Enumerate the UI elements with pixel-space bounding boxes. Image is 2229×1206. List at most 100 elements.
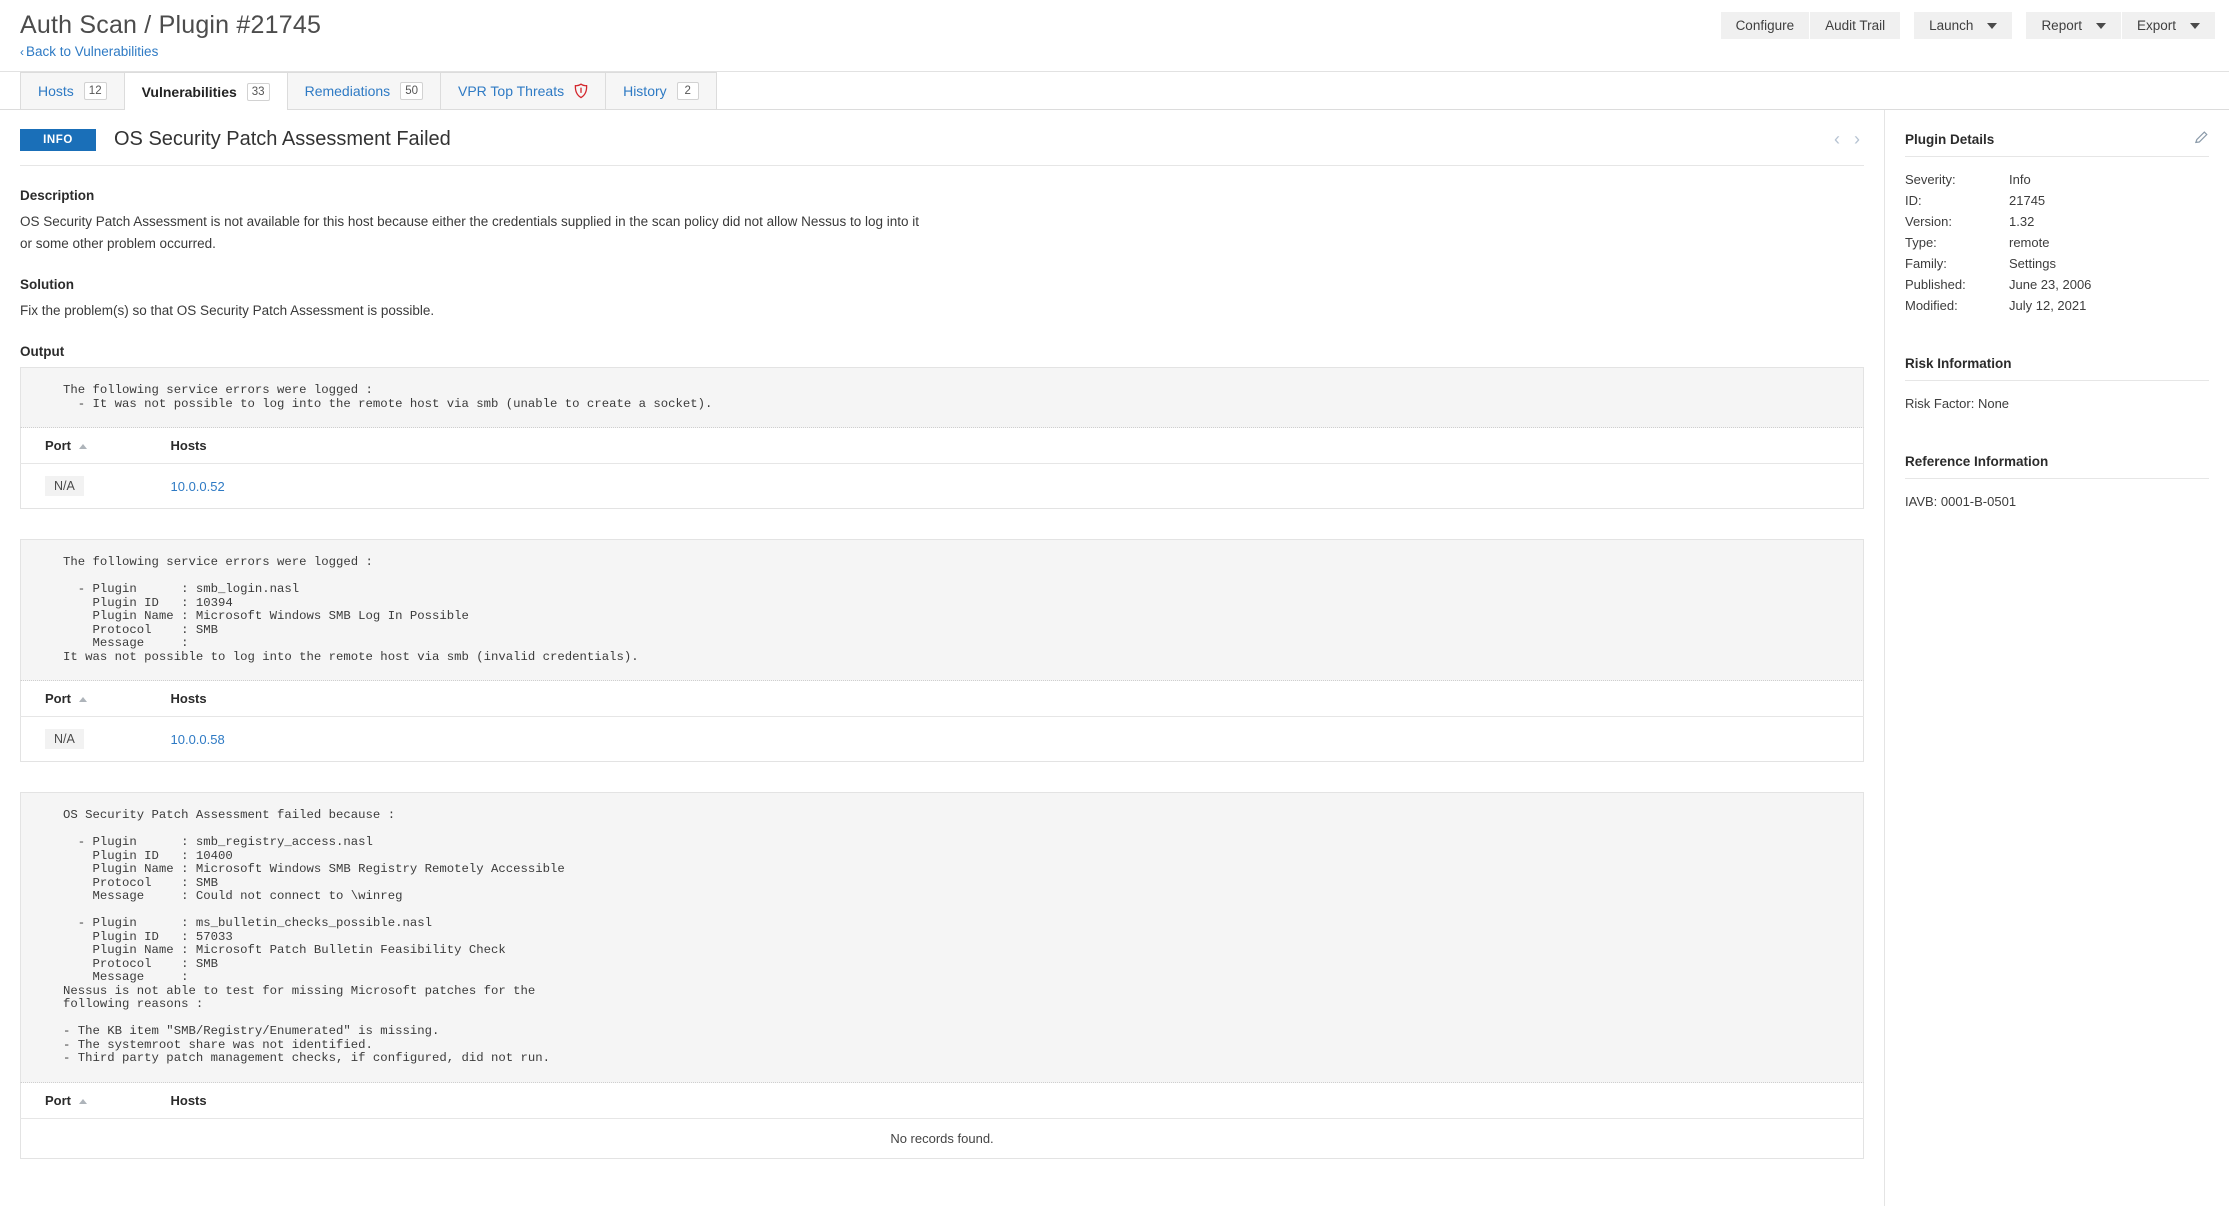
output-text: OS Security Patch Assessment failed beca…: [20, 792, 1864, 1083]
plugin-detail-row: Version: 1.32: [1905, 211, 2209, 232]
column-header-hosts[interactable]: Hosts: [160, 428, 1864, 464]
chevron-down-icon: [1987, 22, 1998, 29]
header-actions: Configure Audit Trail Launch Report Expo…: [1720, 12, 2215, 39]
tab-label: History: [623, 83, 667, 99]
port-value: N/A: [45, 476, 84, 496]
description-text: OS Security Patch Assessment is not avai…: [20, 214, 919, 251]
tab-label: Remediations: [304, 83, 391, 99]
plugin-detail-label: Version:: [1905, 214, 1952, 229]
reference-information-heading: Reference Information: [1905, 454, 2209, 479]
reference-iavb-text: IAVB: 0001-B-0501: [1905, 494, 2017, 509]
launch-button-label: Launch: [1929, 18, 1974, 33]
output-hosts-table: Port Hosts N/A 10.0.0.58: [20, 681, 1864, 762]
output-blocks: The following service errors were logged…: [20, 367, 1884, 1159]
page-header: Auth Scan / Plugin #21745 ‹ Back to Vulne…: [0, 0, 2229, 72]
plugin-detail-value: Settings: [2009, 256, 2056, 271]
output-block: The following service errors were logged…: [20, 539, 1864, 762]
report-export-button-group: Report Export: [2026, 12, 2215, 39]
output-block: OS Security Patch Assessment failed beca…: [20, 792, 1864, 1159]
host-link[interactable]: 10.0.0.52: [171, 479, 225, 494]
plugin-detail-value: July 12, 2021: [2009, 298, 2087, 313]
edit-pencil-icon[interactable]: [2194, 130, 2209, 148]
chevron-down-icon: [2190, 22, 2200, 29]
tab-hosts[interactable]: Hosts 12: [20, 72, 125, 109]
chevron-down-icon: [2095, 22, 2106, 29]
output-heading: Output: [20, 344, 65, 359]
output-hosts-table: Port Hosts No records found.: [20, 1082, 1864, 1159]
report-button[interactable]: Report: [2026, 12, 2122, 39]
back-link-label: Back to Vulnerabilities: [26, 44, 159, 59]
tab-count-badge: 12: [83, 82, 107, 100]
status-badge: INFO: [20, 128, 96, 151]
plugin-detail-row: Severity: Info: [1905, 169, 2209, 190]
column-header-hosts[interactable]: Hosts: [160, 1082, 1864, 1119]
risk-factor-text: Risk Factor: None: [1905, 396, 2010, 411]
empty-state-row: No records found.: [21, 1118, 1864, 1158]
plugin-detail-row: Family: Settings: [1905, 253, 2209, 274]
next-record-icon[interactable]: ›: [1854, 130, 1860, 148]
plugin-detail-row: Type: remote: [1905, 232, 2209, 253]
export-button[interactable]: Export: [2121, 12, 2215, 39]
column-header-port[interactable]: Port: [20, 428, 161, 464]
plugin-detail-value: June 23, 2006: [2009, 277, 2092, 292]
report-button-label: Report: [2041, 18, 2082, 33]
tab-history[interactable]: History 2: [605, 72, 717, 109]
vulnerability-header: INFO OS Security Patch Assessment Failed…: [20, 110, 1864, 166]
solution-heading: Solution: [20, 277, 74, 292]
empty-state-message: No records found.: [890, 1130, 994, 1146]
details-sidebar: Plugin Details Severity: Info ID: 21745 Vers…: [1884, 110, 2229, 1206]
plugin-detail-value: 1.32: [2009, 214, 2035, 229]
vulnerability-detail-column: INFO OS Security Patch Assessment Failed…: [0, 110, 1884, 1206]
config-button-group: Configure Audit Trail: [1720, 12, 1901, 39]
chevron-left-icon: ‹: [20, 45, 24, 59]
sort-ascending-icon: [79, 1098, 87, 1104]
column-header-port[interactable]: Port: [20, 681, 161, 717]
tab-count-badge: 50: [400, 82, 423, 100]
tab-label: Vulnerabilities: [141, 83, 237, 100]
tab-vulnerabilities[interactable]: Vulnerabilities 33: [123, 72, 288, 110]
plugin-details-fields: Severity: Info ID: 21745 Version: 1.32 Type: re…: [1905, 169, 2209, 316]
export-button-label: Export: [2136, 18, 2176, 33]
plugin-details-title: Plugin Details: [1905, 132, 1995, 147]
plugin-detail-value: remote: [2009, 235, 2050, 250]
description-heading: Description: [20, 188, 95, 203]
output-text: The following service errors were logged…: [20, 539, 1864, 681]
plugin-detail-row: ID: 21745: [1905, 190, 2209, 211]
tab-vpr-top-threats[interactable]: VPR Top Threats: [439, 72, 607, 109]
tab-label: VPR Top Threats: [457, 83, 565, 99]
launch-button-group: Launch: [1914, 12, 2013, 39]
back-to-vulnerabilities-link[interactable]: ‹ Back to Vulnerabilities: [20, 44, 158, 59]
host-link[interactable]: 10.0.0.58: [171, 732, 225, 747]
record-navigation: ‹ ›: [1834, 130, 1860, 148]
table-row: N/A 10.0.0.52: [21, 464, 1864, 509]
plugin-detail-label: Modified:: [1905, 298, 1958, 313]
table-row: N/A 10.0.0.58: [21, 717, 1864, 762]
plugin-details-heading: Plugin Details: [1905, 130, 2209, 157]
tab-count-badge: 2: [676, 82, 699, 100]
plugin-detail-label: ID:: [1905, 193, 1922, 208]
tab-remediations[interactable]: Remediations 50: [286, 72, 441, 109]
sort-ascending-icon: [79, 697, 87, 703]
output-block: The following service errors were logged…: [20, 367, 1864, 509]
sort-ascending-icon: [79, 444, 87, 450]
previous-record-icon[interactable]: ‹: [1834, 130, 1840, 148]
launch-button[interactable]: Launch: [1914, 12, 2013, 39]
configure-button[interactable]: Configure: [1720, 12, 1811, 39]
column-header-hosts[interactable]: Hosts: [160, 681, 1864, 717]
column-header-port[interactable]: Port: [20, 1082, 161, 1119]
port-value: N/A: [45, 729, 84, 749]
solution-text: Fix the problem(s) so that OS Security P…: [20, 303, 435, 318]
tab-bar: Hosts 12 Vulnerabilities 33 Remediations 50 VP…: [0, 72, 2229, 110]
plugin-detail-row: Modified: July 12, 2021: [1905, 295, 2209, 316]
plugin-detail-label: Family:: [1905, 256, 1947, 271]
output-text: The following service errors were logged…: [20, 367, 1864, 428]
plugin-detail-label: Type:: [1905, 235, 1937, 250]
plugin-detail-value: 21745: [2009, 193, 2046, 208]
audit-trail-button[interactable]: Audit Trail: [1810, 12, 1901, 39]
risk-information-heading: Risk Information: [1905, 356, 2209, 381]
vulnerability-title: OS Security Patch Assessment Failed: [114, 128, 451, 150]
plugin-detail-row: Published: June 23, 2006: [1905, 274, 2209, 295]
tab-count-badge: 33: [246, 82, 270, 101]
content-area: INFO OS Security Patch Assessment Failed…: [0, 110, 2229, 1206]
tab-label: Hosts: [38, 83, 74, 99]
